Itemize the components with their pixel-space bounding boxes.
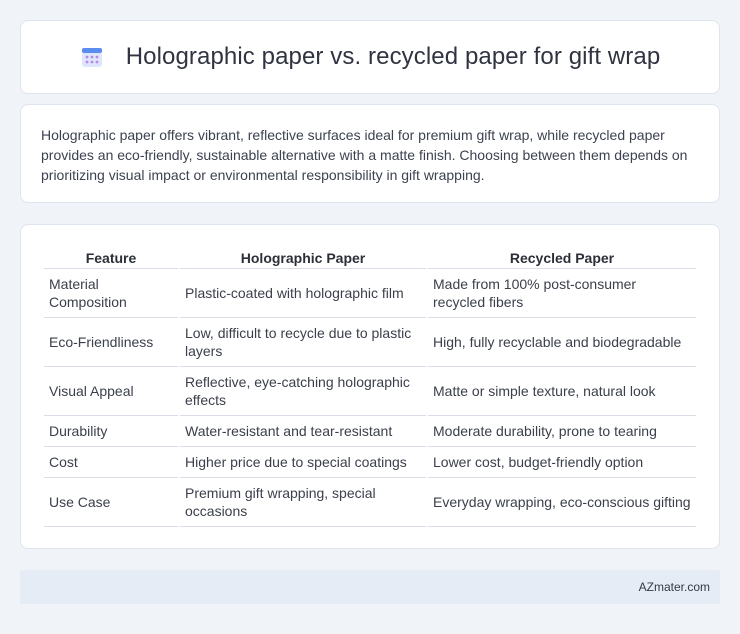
footer-brand: AZmater.com xyxy=(638,580,710,594)
summary-text: Holographic paper offers vibrant, reflec… xyxy=(41,127,688,183)
comparison-table: Feature Holographic Paper Recycled Paper… xyxy=(42,247,698,527)
cell-recycled: High, fully recyclable and biodegradable xyxy=(428,318,696,367)
cell-recycled: Made from 100% post-consumer recycled fi… xyxy=(428,269,696,318)
cell-feature: Material Composition xyxy=(44,269,178,318)
cell-feature: Use Case xyxy=(44,478,178,527)
cell-holographic: Higher price due to special coatings xyxy=(180,447,426,478)
footer-bar: AZmater.com xyxy=(20,570,720,604)
table-row: Eco-Friendliness Low, difficult to recyc… xyxy=(44,318,696,367)
table-row: Durability Water-resistant and tear-resi… xyxy=(44,416,696,447)
table-row: Use Case Premium gift wrapping, special … xyxy=(44,478,696,527)
cell-holographic: Low, difficult to recycle due to plastic… xyxy=(180,318,426,367)
table-header-row: Feature Holographic Paper Recycled Paper xyxy=(44,247,696,269)
table-row: Cost Higher price due to special coating… xyxy=(44,447,696,478)
cell-recycled: Everyday wrapping, eco-conscious gifting xyxy=(428,478,696,527)
header-feature: Feature xyxy=(44,247,178,269)
cell-feature: Visual Appeal xyxy=(44,367,178,416)
summary-card: Holographic paper offers vibrant, reflec… xyxy=(20,104,720,203)
cell-feature: Durability xyxy=(44,416,178,447)
title-row: Holographic paper vs. recycled paper for… xyxy=(80,43,661,71)
calendar-grid-icon xyxy=(80,45,104,69)
header-recycled: Recycled Paper xyxy=(428,247,696,269)
cell-holographic: Plastic-coated with holographic film xyxy=(180,269,426,318)
cell-recycled: Lower cost, budget-friendly option xyxy=(428,447,696,478)
cell-holographic: Water-resistant and tear-resistant xyxy=(180,416,426,447)
header-holographic: Holographic Paper xyxy=(180,247,426,269)
page-title: Holographic paper vs. recycled paper for… xyxy=(125,43,661,70)
cell-holographic: Reflective, eye-catching holographic eff… xyxy=(180,367,426,416)
cell-recycled: Moderate durability, prone to tearing xyxy=(428,416,696,447)
cell-recycled: Matte or simple texture, natural look xyxy=(428,367,696,416)
title-card: Holographic paper vs. recycled paper for… xyxy=(20,20,720,94)
cell-feature: Cost xyxy=(44,447,178,478)
cell-holographic: Premium gift wrapping, special occasions xyxy=(180,478,426,527)
cell-feature: Eco-Friendliness xyxy=(44,318,178,367)
comparison-card: Feature Holographic Paper Recycled Paper… xyxy=(20,224,720,549)
table-row: Material Composition Plastic-coated with… xyxy=(44,269,696,318)
table-row: Visual Appeal Reflective, eye-catching h… xyxy=(44,367,696,416)
